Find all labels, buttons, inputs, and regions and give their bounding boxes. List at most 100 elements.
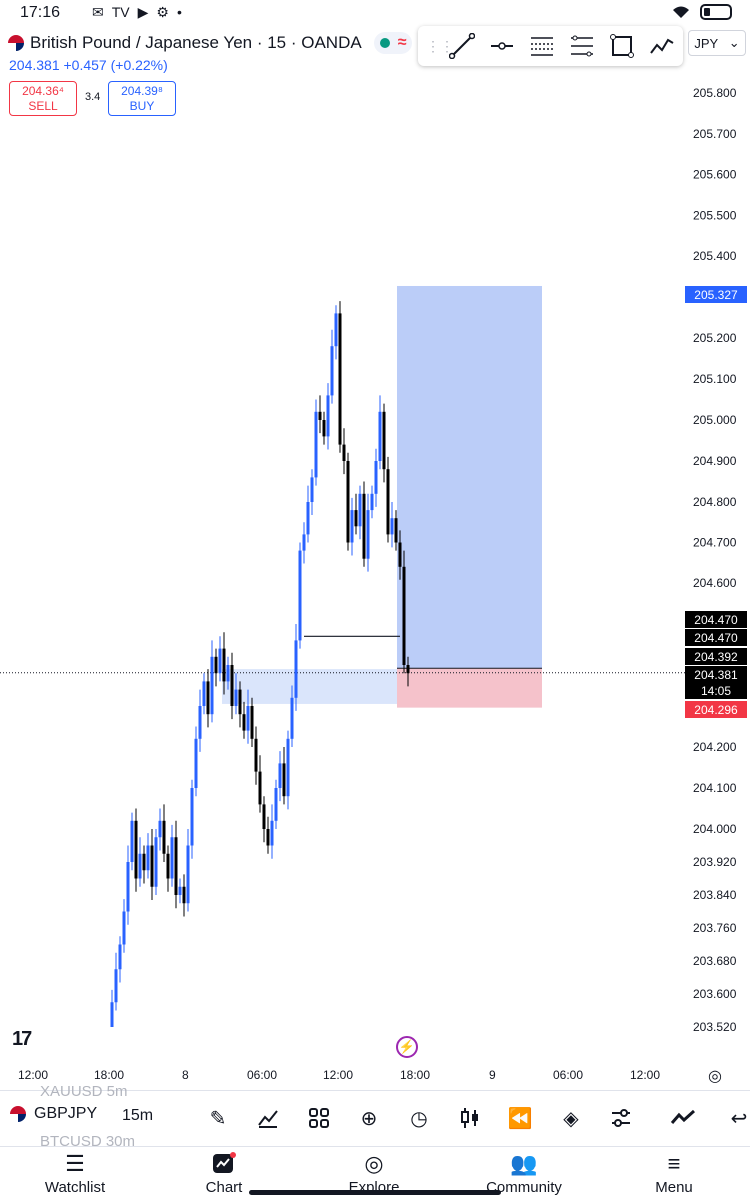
indicators-icon[interactable] xyxy=(253,1103,283,1133)
candle-body xyxy=(214,656,218,674)
replay-rewind-icon[interactable]: ⏪ xyxy=(505,1103,535,1133)
alert-clock-icon[interactable]: ◷ xyxy=(404,1103,434,1133)
gbp-flag-icon xyxy=(10,1106,26,1122)
candle-body xyxy=(266,829,270,846)
currency-label: JPY xyxy=(694,35,719,51)
candle-body xyxy=(118,944,122,970)
candle-body xyxy=(310,477,314,502)
candle-body xyxy=(246,706,250,731)
candle-body xyxy=(290,697,294,739)
price-axis-tick: 204.900 xyxy=(693,454,737,468)
price-axis-tick: 205.000 xyxy=(693,413,737,427)
candle-body xyxy=(282,763,286,797)
candle-body xyxy=(402,566,406,665)
candle-body xyxy=(126,862,130,912)
price-axis-tick: 203.600 xyxy=(693,987,737,1001)
layout-grid-icon[interactable] xyxy=(304,1103,334,1133)
nav-label-menu: Menu xyxy=(655,1179,693,1196)
candle-body xyxy=(390,518,394,535)
time-axis-tick: 06:00 xyxy=(247,1068,278,1082)
undo-icon[interactable]: ↩ xyxy=(724,1103,750,1133)
candle-body xyxy=(186,845,190,904)
fib-retracement-icon xyxy=(531,37,553,56)
price-tag-label: 204.296 xyxy=(694,703,738,717)
candle-body xyxy=(382,411,386,470)
price-tag-label: 204.381 xyxy=(694,668,738,682)
price-axis-tick: 203.680 xyxy=(693,954,737,968)
time-axis-tick: 8 xyxy=(182,1068,189,1082)
candle-body xyxy=(170,837,174,879)
price-chart[interactable]: 205.800 205.700 205.600 205.500 205.400 205.3… xyxy=(0,60,750,1060)
price-axis-tick: 203.520 xyxy=(693,1020,737,1034)
symbol-title[interactable]: British Pound / Japanese Yen · 15 · OAND… xyxy=(30,33,362,53)
youtube-icon: ▶ xyxy=(137,4,149,20)
pencil-icon[interactable]: ✎ xyxy=(203,1103,233,1133)
candle-type-icon[interactable] xyxy=(455,1103,485,1133)
candle-body xyxy=(358,493,362,527)
settings-sliders-icon[interactable] xyxy=(606,1103,636,1133)
status-right xyxy=(672,4,732,20)
rectangle-icon xyxy=(610,34,634,58)
candle-body xyxy=(146,845,150,871)
price-axis-tick: 204.000 xyxy=(693,822,737,836)
home-indicator[interactable] xyxy=(249,1190,501,1195)
price-axis-tick: 205.600 xyxy=(693,168,737,182)
candle-body xyxy=(242,714,246,731)
candle-body xyxy=(206,681,210,715)
candle-body xyxy=(238,689,242,715)
drag-handle-icon[interactable]: ⋮⋮ xyxy=(426,38,454,55)
horizontal-ray-icon xyxy=(491,42,513,50)
candle-body xyxy=(294,640,298,698)
candle-body xyxy=(330,346,334,396)
price-tag-label: 204.470 xyxy=(694,631,738,645)
candle-body xyxy=(314,411,318,478)
candle-body xyxy=(162,820,166,854)
candle-body xyxy=(286,738,290,797)
status-bar: 17:16 ✉ TV ▶ ⚙ • xyxy=(0,0,750,28)
interval-selector[interactable]: 15m xyxy=(122,1107,153,1125)
candle-body xyxy=(234,689,238,706)
candle-body xyxy=(366,510,370,559)
candle-body xyxy=(350,510,354,543)
trend-angle-icon[interactable] xyxy=(668,1103,698,1133)
candle-body xyxy=(218,648,222,674)
lightning-icon[interactable]: ⚡ xyxy=(396,1036,418,1058)
candle-body xyxy=(226,665,230,682)
candle-body xyxy=(342,444,346,461)
price-axis-tick: 204.700 xyxy=(693,536,737,550)
currency-selector[interactable]: JPY ⌄ xyxy=(688,30,746,56)
market-status-badge[interactable]: ≈ xyxy=(373,32,413,54)
chevron-down-icon: ⌄ xyxy=(728,35,740,50)
wifi-icon xyxy=(673,6,689,18)
notification-dot-icon: • xyxy=(176,4,182,20)
price-axis-tick: 205.400 xyxy=(693,249,737,263)
candle-body xyxy=(158,820,162,838)
time-axis-tick: 18:00 xyxy=(400,1068,431,1082)
nav-menu[interactable]: ≡ Menu xyxy=(619,1151,729,1196)
symbol-ghost-above: XAUUSD 5m xyxy=(40,1083,128,1100)
symbol-selector[interactable]: GBPJPY xyxy=(10,1105,97,1123)
candle-body xyxy=(114,969,118,1003)
nav-label-watchlist: Watchlist xyxy=(44,1179,106,1196)
candle-body xyxy=(370,493,374,511)
parallel-channel-icon xyxy=(571,35,593,57)
candle-body xyxy=(394,518,398,543)
add-circle-icon[interactable]: ⊕ xyxy=(354,1103,384,1133)
layers-icon[interactable]: ◈ xyxy=(556,1103,586,1133)
nav-watchlist[interactable]: ☰ Watchlist xyxy=(20,1151,130,1196)
time-axis-tick: 18:00 xyxy=(94,1068,125,1082)
price-axis-tick: 205.800 xyxy=(693,86,737,100)
price-axis-tick: 203.840 xyxy=(693,888,737,902)
chart-settings-gear-icon[interactable]: ◎ xyxy=(708,1066,722,1086)
mail-icon: ✉ xyxy=(92,4,104,20)
candle-body xyxy=(134,820,138,879)
candle-body xyxy=(138,853,142,879)
candle-body xyxy=(362,493,366,559)
trend-line-icon xyxy=(449,33,475,59)
candle-body xyxy=(262,804,266,829)
market-open-icon xyxy=(379,38,390,48)
status-app-icons: ✉ TV ▶ ⚙ • xyxy=(92,4,182,21)
symbol-header[interactable]: British Pound / Japanese Yen · 15 · OAND… xyxy=(8,32,413,54)
candle-body xyxy=(406,665,410,674)
candle-body xyxy=(374,461,378,494)
